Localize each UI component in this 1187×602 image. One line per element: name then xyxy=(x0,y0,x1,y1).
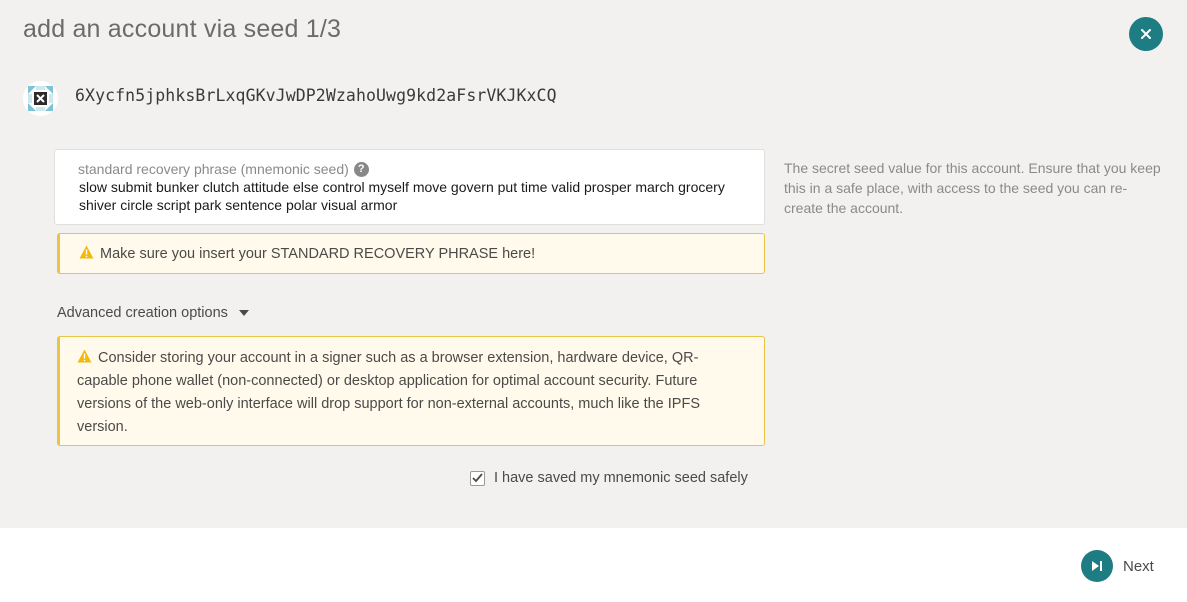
seed-help-text: The secret seed value for this account. … xyxy=(784,160,1161,216)
warning-icon xyxy=(77,349,92,363)
account-address: 6Xycfn5jphksBrLxqGKvJwDP2WzahoUwg9kd2aFs… xyxy=(75,86,557,105)
next-button-circle xyxy=(1081,550,1113,582)
modal-title: add an account via seed 1/3 xyxy=(23,15,342,43)
saved-seed-checkbox-row[interactable]: I have saved my mnemonic seed safely xyxy=(470,470,748,486)
caret-down-icon xyxy=(238,310,249,316)
seed-label: standard recovery phrase (mnemonic seed)… xyxy=(78,161,369,177)
signer-warning-text: Consider storing your account in a signe… xyxy=(77,350,700,435)
close-icon xyxy=(1141,29,1151,39)
warning-icon xyxy=(79,245,94,259)
standard-phrase-warning: Make sure you insert your STANDARD RECOV… xyxy=(57,233,765,274)
saved-seed-checkbox[interactable] xyxy=(470,470,485,486)
signer-warning: Consider storing your account in a signe… xyxy=(57,336,765,446)
seed-value[interactable]: slow submit bunker clutch attitude else … xyxy=(79,178,739,214)
next-button-label: Next xyxy=(1123,557,1154,575)
modal-footer xyxy=(0,528,1187,602)
seed-input[interactable]: standard recovery phrase (mnemonic seed)… xyxy=(54,149,765,225)
saved-seed-label: I have saved my mnemonic seed safely xyxy=(494,470,748,486)
close-button[interactable] xyxy=(1129,17,1163,51)
standard-phrase-warning-text: Make sure you insert your STANDARD RECOV… xyxy=(100,246,536,262)
seed-label-text: standard recovery phrase (mnemonic seed) xyxy=(78,161,349,177)
help-icon[interactable]: ? xyxy=(353,161,369,177)
account-identicon xyxy=(23,81,58,116)
next-button[interactable]: Next xyxy=(1081,550,1154,582)
advanced-options-toggle[interactable]: Advanced creation options xyxy=(57,305,249,321)
check-icon xyxy=(472,473,483,483)
skip-next-icon xyxy=(1092,561,1102,571)
modal-body: add an account via seed 1/3 6Xycfn5jphks… xyxy=(0,0,1187,528)
advanced-options-label: Advanced creation options xyxy=(57,305,228,321)
